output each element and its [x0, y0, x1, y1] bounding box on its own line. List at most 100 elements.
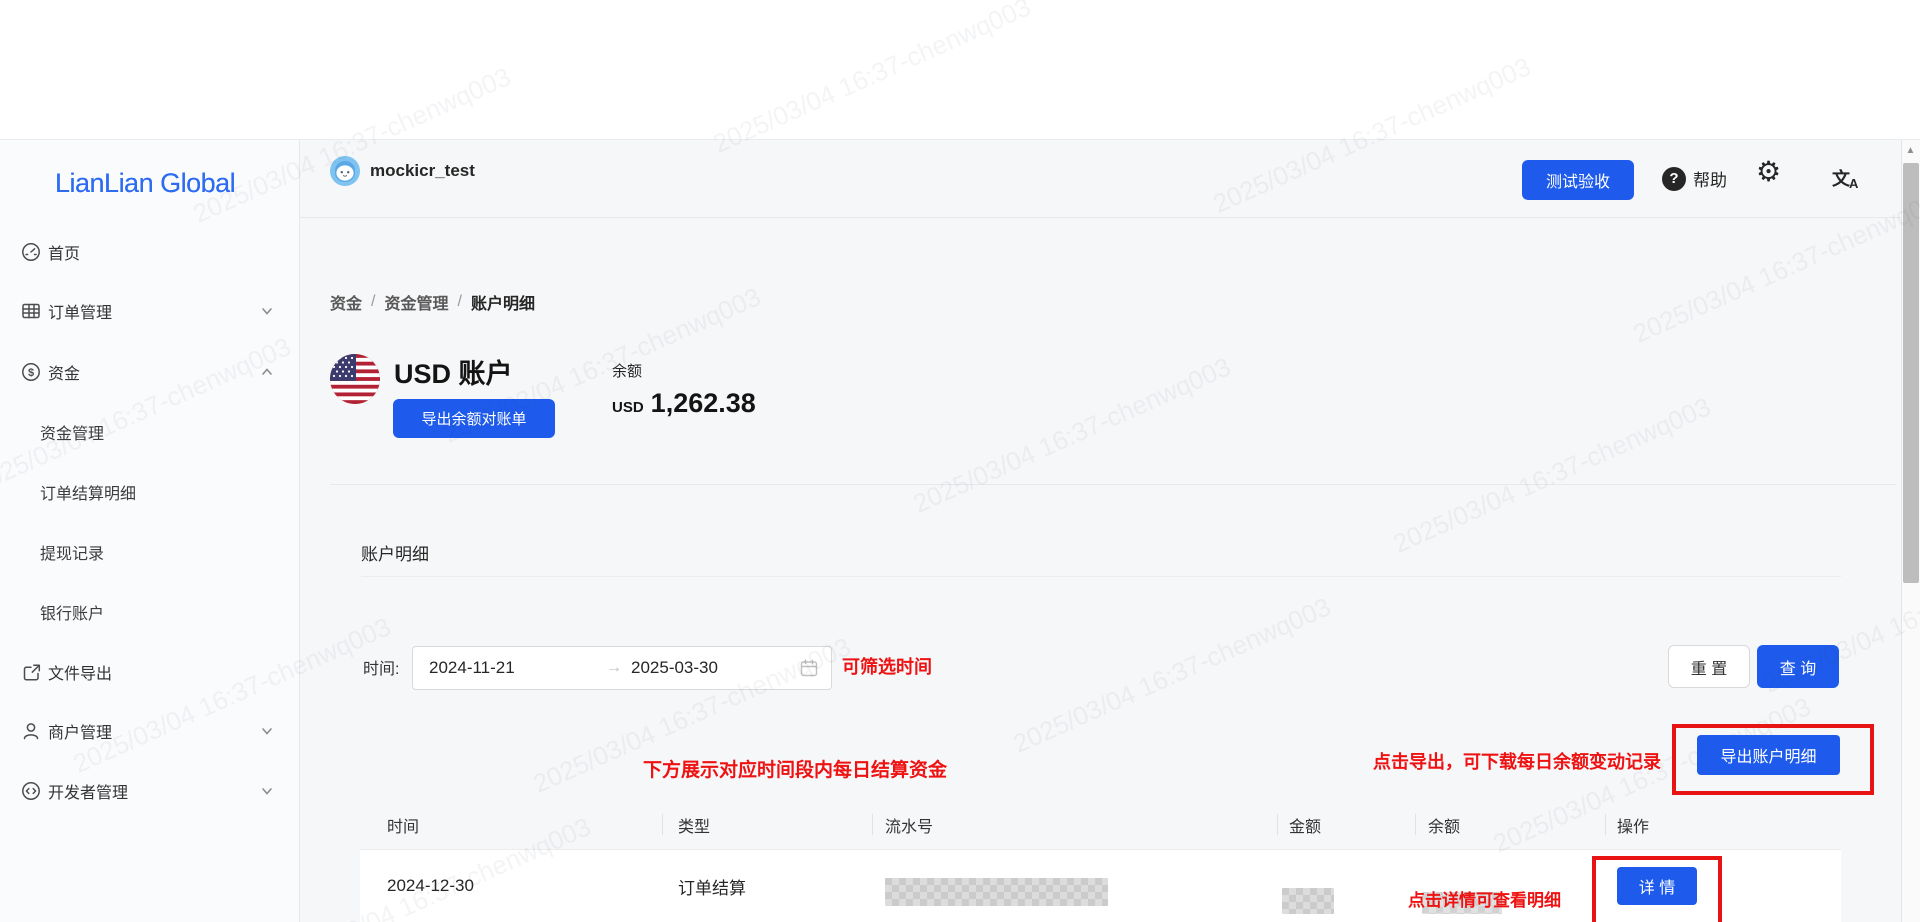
help-button[interactable]: ? 帮助: [1662, 166, 1727, 191]
below-table-annotation: 下方展示对应时间段内每日结算资金: [643, 760, 948, 781]
account-name: mockicr_test: [370, 161, 475, 180]
section-divider: [330, 484, 1896, 485]
column-header-label: 余额: [1428, 818, 1461, 836]
filter-annotation: 可筛选时间: [842, 657, 932, 677]
redacted-serial-number: [885, 878, 1108, 906]
sidebar-item-order-settlement-detail[interactable]: 订单结算明细: [0, 475, 300, 509]
column-header-serial: 流水号: [872, 800, 1277, 849]
help-icon: ?: [1662, 166, 1686, 191]
sidebar-item-merchant-management[interactable]: 商户管理: [0, 714, 300, 748]
sidebar-item-home[interactable]: 首页: [0, 235, 300, 269]
column-header-type: 类型: [662, 800, 872, 849]
svg-text:$: $: [28, 367, 34, 379]
column-divider: [662, 814, 663, 835]
help-label: 帮助: [1693, 171, 1727, 190]
section-title-divider: [361, 576, 1841, 577]
column-header-amount: 金额: [1277, 800, 1415, 849]
export-hint-annotation: 点击导出，可下载每日余额变动记录: [1373, 752, 1661, 772]
column-divider: [1415, 814, 1416, 835]
column-header-action: 操作: [1605, 800, 1841, 849]
account-detail-table: 时间 类型 流水号 金额 余额 操作 2024-12-30 订单结算 点击详情可…: [360, 800, 1841, 922]
breadcrumb-funds[interactable]: 资金: [330, 290, 362, 314]
sidebar-item-developer-management[interactable]: 开发者管理: [0, 774, 300, 808]
chevron-up-icon: [260, 365, 274, 384]
calendar-icon: [799, 658, 819, 683]
sidebar-item-label: 文件导出: [48, 666, 113, 683]
export-account-detail-button[interactable]: 导出账户明细: [1697, 735, 1840, 775]
column-header-label: 操作: [1617, 818, 1650, 836]
balance-amount: 1,262.38: [650, 388, 756, 418]
sidebar-item-funds-management[interactable]: 资金管理: [0, 415, 300, 449]
table-header: 时间 类型 流水号 金额 余额 操作: [360, 800, 1841, 850]
cell-type: 订单结算: [678, 878, 746, 898]
section-title: 账户明细: [361, 545, 429, 564]
breadcrumb-separator: /: [371, 293, 376, 310]
reset-button[interactable]: 重 置: [1668, 645, 1750, 688]
sidebar-item-file-export[interactable]: 文件导出: [0, 655, 300, 689]
end-date-value[interactable]: 2025-03-30: [631, 658, 718, 678]
export-balance-statement-button[interactable]: 导出余额对账单: [393, 399, 555, 438]
sidebar-item-label: 资金: [48, 366, 81, 383]
redacted-amount: [1282, 888, 1334, 914]
sidebar-item-label: 商户管理: [48, 725, 113, 742]
scrollbar-thumb[interactable]: [1903, 163, 1919, 583]
time-filter-label: 时间:: [363, 661, 400, 678]
sidebar-item-orders[interactable]: 订单管理: [0, 294, 300, 328]
app-screen: LianLian Global LianLian Global 首页 订单管理 …: [0, 0, 1920, 922]
scrollbar-up-arrow[interactable]: ▲: [1901, 145, 1920, 156]
sidebar-item-label: 订单结算明细: [40, 486, 137, 503]
translate-main-glyph: 文: [1832, 169, 1850, 189]
avatar[interactable]: [330, 156, 360, 186]
column-header-label: 流水号: [885, 818, 934, 836]
column-divider: [1277, 814, 1278, 835]
developer-icon: [20, 780, 42, 802]
column-divider: [1605, 814, 1606, 835]
query-button[interactable]: 查 询: [1757, 645, 1839, 688]
balance-label: 余额: [612, 363, 643, 380]
column-header-time: 时间: [387, 818, 420, 836]
column-header-label: 金额: [1289, 818, 1322, 836]
sidebar-item-label: 订单管理: [48, 305, 113, 322]
breadcrumb-funds-management[interactable]: 资金管理: [384, 290, 448, 314]
export-icon: [20, 661, 42, 683]
sidebar-item-label: 开发者管理: [48, 785, 129, 802]
start-date-value[interactable]: 2024-11-21: [429, 658, 515, 678]
sidebar-item-label: 首页: [48, 246, 81, 263]
range-arrow-icon: →: [606, 659, 622, 676]
detail-hint-annotation: 点击详情可查看明细: [1408, 891, 1561, 910]
lianlian-logo: LianLian Global: [55, 168, 236, 198]
watermark-text: 2025/03/04 16:37-chenwq003: [708, 0, 1036, 159]
column-header-balance: 余额: [1415, 800, 1605, 849]
header-divider: [300, 217, 1901, 218]
translate-sub-glyph: A: [1849, 176, 1859, 191]
test-acceptance-button[interactable]: 测试验收: [1522, 160, 1634, 200]
column-divider: [872, 814, 873, 835]
sidebar-item-label: 银行账户: [40, 606, 105, 623]
dollar-circle-icon: $: [20, 361, 42, 383]
chevron-down-icon: [260, 724, 274, 743]
person-icon: [20, 720, 42, 742]
sidebar-item-label: 资金管理: [40, 426, 105, 443]
gear-icon[interactable]: ⚙: [1756, 158, 1781, 186]
breadcrumb: 资金 / 资金管理 / 账户明细: [330, 290, 535, 314]
sidebar-item-bank-accounts[interactable]: 银行账户: [0, 595, 300, 629]
balance-currency: USD: [612, 399, 644, 416]
chevron-down-icon: [260, 784, 274, 803]
usa-flag-icon: [330, 354, 380, 404]
orders-table-icon: [20, 300, 42, 322]
dashboard-icon: [20, 241, 42, 263]
breadcrumb-separator: /: [457, 293, 462, 310]
detail-button[interactable]: 详 情: [1617, 867, 1697, 905]
table-row: 2024-12-30 订单结算 点击详情可查看明细 详 情: [360, 850, 1841, 922]
breadcrumb-account-detail: 账户明细: [470, 296, 535, 313]
sidebar-item-withdrawal-records[interactable]: 提现记录: [0, 535, 300, 569]
sidebar-item-label: 提现记录: [40, 546, 105, 563]
language-switch-icon[interactable]: 文A: [1832, 165, 1859, 191]
chevron-down-icon: [260, 304, 274, 323]
column-header-label: 类型: [678, 818, 711, 836]
account-title: USD 账户: [394, 359, 513, 389]
balance-value: USD 1,262.38: [612, 388, 756, 419]
sidebar-item-funds[interactable]: $ 资金: [0, 355, 300, 389]
cell-time: 2024-12-30: [387, 876, 474, 895]
date-range-picker[interactable]: 2024-11-21 → 2025-03-30: [412, 646, 832, 690]
